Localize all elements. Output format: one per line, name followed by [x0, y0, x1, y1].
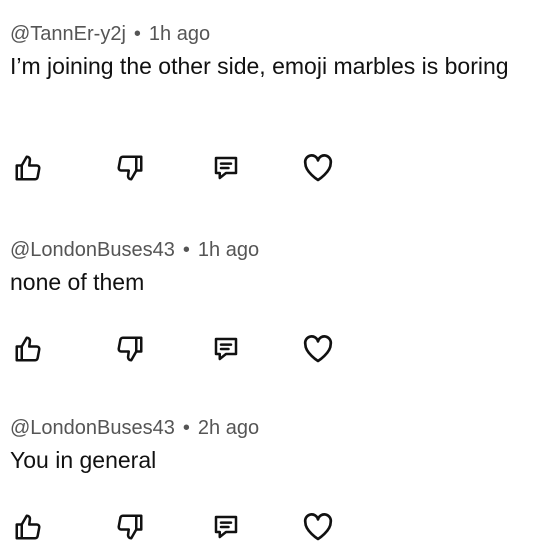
comment-text: I’m joining the other side, emoji marble…: [10, 53, 509, 79]
comment-item: @LondonBuses43 • 1h ago none of them: [10, 238, 550, 363]
comment-time: 1h ago: [148, 23, 211, 45]
like-button[interactable]: [10, 150, 46, 186]
comment-text: none of them: [10, 269, 145, 295]
comment-author[interactable]: @LondonBuses43: [10, 239, 175, 261]
heart-icon: [303, 335, 333, 363]
dislike-button[interactable]: [112, 150, 148, 186]
comment-item: @TannEr-y2j • 1h ago I’m joining the other…: [10, 22, 550, 182]
thumbs-up-icon: [15, 155, 41, 181]
meta-separator: •: [133, 23, 141, 45]
heart-button[interactable]: [300, 331, 336, 367]
thumbs-down-icon: [117, 336, 143, 362]
dislike-button[interactable]: [112, 331, 148, 367]
heart-icon: [303, 513, 333, 541]
reply-button[interactable]: [208, 150, 244, 186]
reply-button[interactable]: [208, 509, 244, 545]
meta-separator: •: [182, 417, 190, 439]
comment-time: 2h ago: [197, 417, 260, 439]
heart-button[interactable]: [300, 509, 336, 545]
reply-icon: [214, 337, 238, 361]
like-button[interactable]: [10, 331, 46, 367]
comment-author[interactable]: @TannEr-y2j: [10, 23, 126, 45]
thumbs-up-icon: [15, 514, 41, 540]
thumbs-down-icon: [117, 155, 143, 181]
comment-actions: [10, 509, 550, 545]
thumbs-up-icon: [15, 336, 41, 362]
comment-meta: @LondonBuses43 • 2h ago: [10, 416, 550, 440]
meta-separator: •: [182, 239, 190, 261]
comment-actions: [10, 331, 550, 367]
comment-text: You in general: [10, 447, 157, 473]
comment-author[interactable]: @LondonBuses43: [10, 417, 175, 439]
reply-button[interactable]: [208, 331, 244, 367]
comment-item: @LondonBuses43 • 2h ago You in general: [10, 416, 550, 541]
comment-meta: @TannEr-y2j • 1h ago: [10, 22, 550, 46]
dislike-button[interactable]: [112, 509, 148, 545]
thumbs-down-icon: [117, 514, 143, 540]
like-button[interactable]: [10, 509, 46, 545]
comment-actions: [10, 150, 550, 186]
reply-icon: [214, 156, 238, 180]
comment-meta: @LondonBuses43 • 1h ago: [10, 238, 550, 262]
heart-icon: [303, 154, 333, 182]
comment-time: 1h ago: [197, 239, 260, 261]
reply-icon: [214, 515, 238, 539]
heart-button[interactable]: [300, 150, 336, 186]
